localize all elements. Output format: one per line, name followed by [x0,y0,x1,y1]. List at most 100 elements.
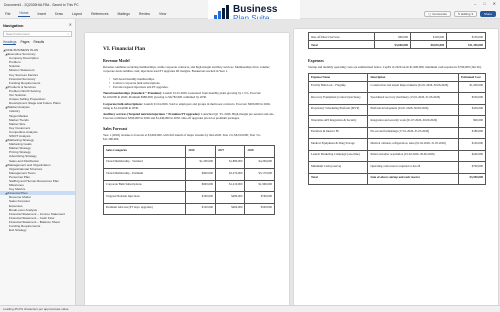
status-bar: Loading 25.0% characters per approximate… [0,305,500,312]
logo-line1: Business [233,3,278,15]
nav-search-input[interactable]: Search document ⌕ [3,31,72,37]
table-row: Premium Add-ons (PT days. upgrades) $120,… [102,202,275,216]
table-row: Proprietary Scheduling Platform (MVP) Pla… [307,103,486,117]
table-cell: Premium Add-ons (PT days. upgrades) [102,202,187,216]
table-cell: $3,660,000 [373,40,411,49]
table-cell: $1,880,000 [214,156,246,170]
table-header: 2027 [214,145,246,158]
table-cell: $150,000 [446,32,486,41]
table-cell: $180,000 [458,126,486,140]
table-row: Medical Equipment & Drug Storage Medical … [307,138,486,151]
table-cell: $1,210,000 [214,179,246,193]
document-canvas[interactable]: VI. Financial Plan Revenue Model Revenue… [77,19,500,305]
table-cell: $480,000 [214,191,246,204]
table-cell: Recovery Equipment (contract/purchase) [307,92,369,105]
revenue-model-heading: Revenue Model [103,58,130,63]
table-header: Estimated Cost [458,72,486,82]
navigation-title: Navigation ✕ [0,19,75,30]
table-cell: Sum of above startup and cash reserve [367,172,460,186]
table-row: Furniture & Interior Fit Fit-out and furn… [307,126,486,140]
table-cell: $1,960,000 [244,179,275,193]
tab-references[interactable]: References [90,11,109,17]
table-header: 2028 [244,145,275,158]
table-cell: Integration and security work (01.07.202… [367,115,460,128]
table-header: 2026 [185,145,216,158]
financial-plan-heading: VI. Financial Plan [103,46,146,52]
table-cell: $450,000 [458,103,486,117]
table-header: Expense Name [307,72,369,82]
table-cell: $240,000 [458,149,486,163]
table-row: Total $3,660,000 $8,010,000 $11,390,000 [308,40,486,49]
table-header-row: Expense Name Description Estimated Cost [307,72,486,82]
table-cell: $3,170,000 [244,168,275,181]
tiered-memberships-paragraph: Tiered memberships (Standard + Premium):… [103,91,275,100]
navigation-title-label: Navigation [3,23,24,28]
status-text: Loading 25.0% characters per approximate… [3,307,69,311]
table-cell: Operating cash reserve required at Jun 2… [367,161,460,174]
editing-label: Editing [461,12,471,16]
window-controls: – □ ✕ [474,1,496,6]
table-cell: Medical Equipment & Drug Storage [307,138,369,151]
table-cell: $3,590,000 [458,172,486,186]
tab-layout[interactable]: Layout [71,11,83,17]
table-cell: Specialized recovery machinery (15.01.20… [367,92,460,105]
comments-button[interactable]: ▢ Comments [424,11,451,17]
table-row: Tiered Membership - Standard $1,290,000 $1… [102,156,275,170]
share-label: Share [483,12,492,16]
table-row: Wearables API Integration & Security Inte… [307,115,486,128]
nav-tabs: Headings Pages Results [0,38,75,47]
table-cell: Furniture & Interior Fit [307,126,369,140]
sales-forecast-table-continued: One-off Direct Services $60,000 $120,000 $1… [308,32,486,49]
table-cell: $990,000 [185,168,216,181]
table-cell: $120,000 [458,138,486,151]
table-cell: $790,000 [458,161,486,174]
table-cell: Proprietary Scheduling Platform (MVP) [307,103,369,117]
table-cell: $1,290,000 [185,156,216,170]
ancillary-paragraph: Ancillary services (Targeted nutrient in… [103,112,275,121]
nav-search-placeholder: Search document [6,32,30,36]
table-header: Sales Categories [102,145,187,158]
table-cell: Total [307,172,369,186]
table-cell: Tiered Membership - Standard [102,156,187,170]
tab-view[interactable]: View [158,11,167,17]
sales-intro: Year 1 (2026) revenue is forecast at $3,… [103,133,261,142]
table-row: Minimum Cash (reserve) Operating cash res… [307,161,486,174]
navigation-pane: Navigation ✕ Search document ⌕ Headings … [0,19,76,305]
table-row: Tiered Membership - Premium $990,000 $2,27… [102,168,275,181]
table-row: One-off Direct Services $60,000 $120,000 $1… [308,32,486,41]
tab-results[interactable]: Results [34,40,45,45]
table-header-row: Sales Categories 2026 2027 2028 [102,145,275,158]
tab-pages[interactable]: Pages [20,40,29,45]
maximize-icon[interactable]: □ [483,1,485,6]
table-cell: Launch Marketing Campaign (one-time) [307,149,369,163]
table-cell: $190,000 [185,191,216,204]
tab-file[interactable]: File [4,11,11,17]
close-icon[interactable]: ✕ [69,22,72,27]
tab-insert[interactable]: Insert [37,11,47,17]
close-icon[interactable]: ✕ [493,1,496,6]
table-cell: $2,270,000 [214,168,246,181]
table-cell: Corporate Bulk Subscriptions [102,179,187,193]
pencil-icon: ✎ [457,12,461,16]
chevron-down-icon: ▾ [471,12,473,16]
share-button[interactable]: Share [479,11,496,17]
table-cell: One-off Direct Services [308,32,375,41]
table-cell: $120,000 [185,202,216,216]
tab-mailings[interactable]: Mailings [116,11,130,17]
table-row: Corporate Bulk Subscriptions $600,000 $1,2… [102,179,275,193]
minimize-icon[interactable]: – [474,1,476,6]
editing-mode-button[interactable]: ✎ Editing ▾ [453,11,477,17]
tab-headings[interactable]: Headings [3,40,17,45]
tab-draw[interactable]: Draw [54,11,64,17]
table-cell: $460,000 [214,202,246,216]
tab-home[interactable]: Home [18,10,30,17]
nav-heading-item[interactable]: Exit Strategy [0,228,75,232]
table-cell: Initial customer acquisition (01.02.2026… [367,149,460,163]
table-cell: Medical cabinets, refrigeration, sales (… [367,138,460,151]
table-row: Launch Marketing Campaign (one-time) Init… [307,149,486,163]
search-icon[interactable]: ⌕ [67,32,69,36]
table-row: Facility Build-out – Flagship Constructio… [307,80,486,94]
tab-review[interactable]: Review [138,11,151,17]
table-cell: Fit-out and furnishings (17.01.2026–31.0… [367,126,460,140]
expenses-table: Expense Name Description Estimated Cost … [307,72,486,186]
